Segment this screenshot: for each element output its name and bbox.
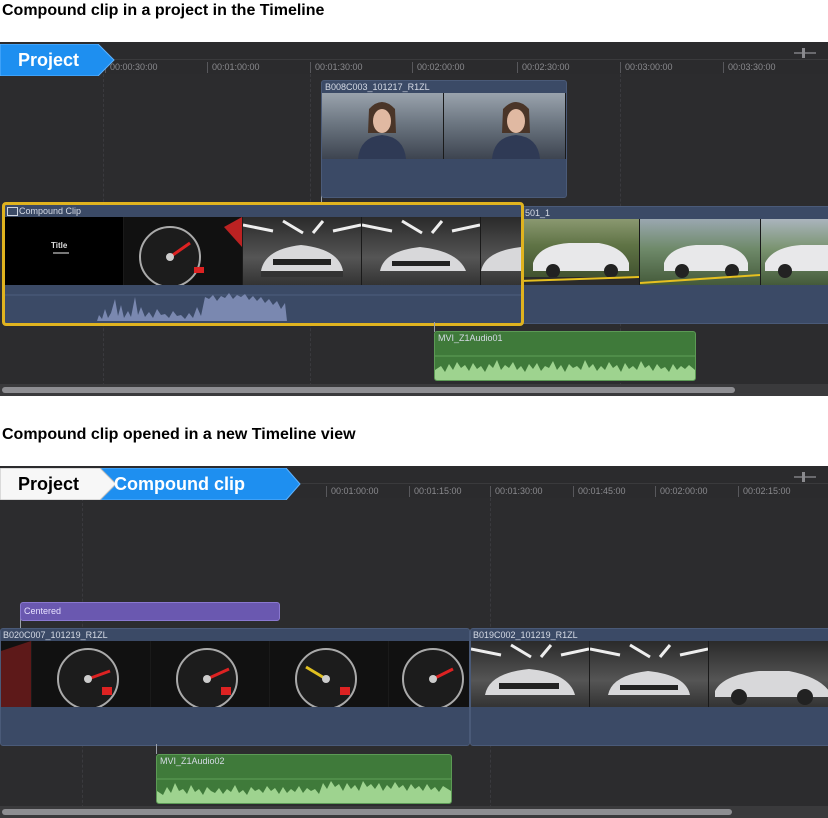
connected-audio-clip[interactable]: MVI_Z1Audio01 (434, 331, 696, 381)
ruler-tick: 00:02:00:00 (412, 62, 465, 73)
clip-name: MVI_Z1Audio01 (438, 333, 503, 343)
clip-name: Centered (24, 606, 62, 616)
filmstrip (1, 641, 469, 707)
ruler-tick: 00:01:00:00 (326, 486, 379, 497)
clip-name: 501_1 (525, 208, 551, 218)
breadcrumb-label: Project (18, 49, 80, 70)
compound-clip-highlight (2, 202, 524, 326)
ruler-tick: 00:01:30:00 (490, 486, 543, 497)
ruler-tick: 00:03:30:00 (723, 62, 776, 73)
thumbnail-gauge (32, 641, 151, 707)
timeline-project: 00:00:30:00 00:01:00:00 00:01:30:00 00:0… (0, 42, 828, 396)
ruler-tick: 00:02:30:00 (517, 62, 570, 73)
horizontal-scrollbar[interactable] (2, 809, 732, 815)
breadcrumb-compound-clip[interactable]: Compound clip (96, 468, 302, 500)
thumbnail-gauge (1, 641, 32, 707)
clip-name: B020C007_101219_R1ZL (3, 630, 108, 640)
connected-audio-clip[interactable]: MVI_Z1Audio02 (156, 754, 452, 804)
ruler-tick: 00:02:15:00 (738, 486, 791, 497)
clip-name: B019C002_101219_R1ZL (473, 630, 578, 640)
time-ruler[interactable]: 00:00:30:00 00:01:00:00 00:01:30:00 00:0… (0, 42, 828, 74)
filmstrip (471, 641, 828, 707)
primary-video-clip[interactable]: B019C002_101219_R1ZL (470, 628, 828, 746)
thumbnail-car (640, 219, 761, 285)
thumbnail-car (761, 219, 828, 285)
horizontal-scrollbar[interactable] (2, 387, 735, 393)
thumbnail-woman (322, 93, 444, 159)
ruler-tick: 00:01:30:00 (310, 62, 363, 73)
primary-video-clip[interactable]: B020C007_101219_R1ZL (0, 628, 470, 746)
timeline-compound: 00:01:00:00 00:01:15:00 00:01:30:00 00:0… (0, 466, 828, 818)
thumbnail-car-rear (471, 641, 590, 707)
ruler-tick: 00:01:45:00 (573, 486, 626, 497)
breadcrumb-project[interactable]: Project (0, 44, 116, 76)
thumbnail-gauge (270, 641, 389, 707)
thumbnail-car-rear (590, 641, 709, 707)
clip-name: MVI_Z1Audio02 (160, 756, 225, 766)
breadcrumb-label: Compound clip (114, 473, 245, 494)
caption-top: Compound clip in a project in the Timeli… (2, 2, 325, 19)
audio-waveform (157, 778, 451, 803)
ruler-tick: 00:02:00:00 (655, 486, 708, 497)
thumbnail-car (519, 219, 640, 285)
audio-waveform (435, 355, 695, 380)
filmstrip (519, 219, 828, 285)
breadcrumb-label: Project (18, 473, 80, 494)
ruler-tick: 00:03:00:00 (620, 62, 673, 73)
ruler-tick: 00:01:00:00 (207, 62, 260, 73)
primary-video-clip[interactable]: 501_1 (518, 206, 828, 324)
zoom-slider-icon[interactable] (794, 48, 824, 58)
thumbnail-car-side (709, 641, 828, 707)
connected-video-clip[interactable]: B008C003_101217_R1ZL (321, 80, 567, 198)
caption-bottom: Compound clip opened in a new Timeline v… (2, 426, 356, 443)
clip-name: B008C003_101217_R1ZL (325, 82, 430, 92)
thumbnail-woman (444, 93, 566, 159)
filmstrip (322, 93, 566, 159)
title-clip[interactable]: Centered (20, 602, 280, 621)
zoom-slider-icon[interactable] (794, 472, 824, 482)
thumbnail-gauge (389, 641, 469, 707)
thumbnail-gauge (151, 641, 270, 707)
ruler-tick: 00:01:15:00 (409, 486, 462, 497)
